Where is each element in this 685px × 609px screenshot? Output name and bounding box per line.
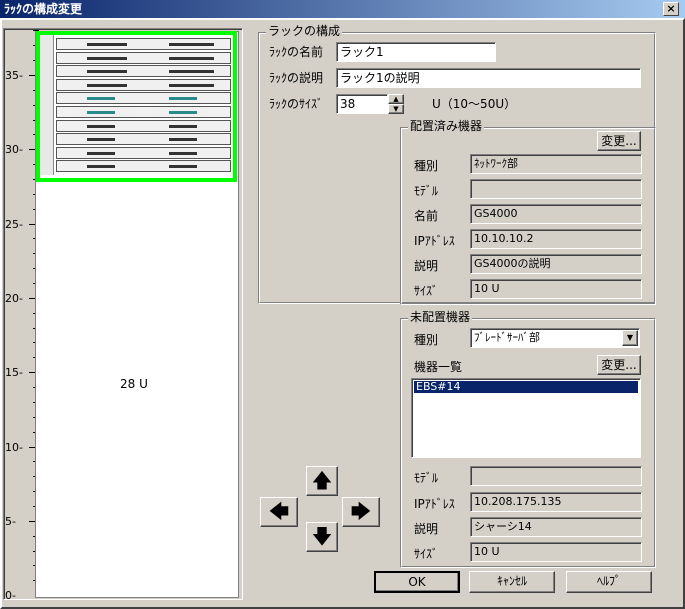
cancel-button[interactable]: ｷｬﾝｾﾙ (469, 571, 555, 593)
move-right-button[interactable]: 🡆 (342, 497, 380, 527)
port-indicator (87, 138, 115, 142)
arrow-up-icon: 🡅 (311, 468, 333, 492)
port-indicator (87, 43, 127, 46)
port-indicator (87, 70, 127, 74)
rack-name-input[interactable]: ラック1 (336, 42, 496, 62)
unplaced-model-label: ﾓﾃﾞﾙ (414, 471, 439, 485)
placed-size-label: ｻｲｽﾞ (414, 284, 439, 298)
unplaced-change-button[interactable]: 変更... (597, 355, 641, 375)
arrow-left-icon: 🡄 (268, 499, 290, 523)
window-title: ﾗｯｸの構成変更 (4, 2, 83, 16)
ruler-label: 15- (5, 366, 23, 380)
port-indicator (87, 56, 127, 60)
rack-device-unit[interactable] (56, 160, 231, 173)
placed-type-label: 種別 (414, 159, 439, 173)
chevron-down-icon[interactable]: ▼ (622, 330, 638, 346)
placed-size-value: 10 U (470, 279, 642, 299)
ruler-label: 0- (5, 589, 16, 603)
unplaced-type-select[interactable]: ﾌﾞﾚｰﾄﾞｻｰﾊﾞ部 (470, 328, 640, 348)
unplaced-devices-title: 未配置機器 (408, 310, 473, 324)
free-units-label: 28 U (120, 377, 148, 391)
spin-down-icon[interactable]: ▼ (388, 104, 404, 114)
unplaced-type-label: 種別 (414, 333, 439, 347)
window-title-bar: ﾗｯｸの構成変更 × (0, 0, 685, 18)
ruler-label: 5- (5, 514, 16, 528)
port-indicator (87, 124, 115, 128)
close-icon[interactable]: × (663, 2, 679, 16)
placed-ip-value: 10.10.10.2 (470, 229, 642, 249)
ruler-label: 35- (5, 69, 23, 82)
port-indicator (169, 111, 197, 114)
unplaced-desc-value: シャーシ14 (470, 517, 642, 537)
unplaced-size-label: ｻｲｽﾞ (414, 547, 439, 561)
rack-device-unit[interactable] (56, 106, 231, 118)
port-indicator (87, 111, 115, 114)
placed-ip-label: IPｱﾄﾞﾚｽ (414, 234, 455, 248)
port-indicator (169, 70, 214, 74)
ruler-label: 20- (5, 291, 23, 305)
unplaced-list-label: 機器一覧 (414, 360, 463, 374)
port-indicator (169, 97, 197, 101)
port-indicator (87, 97, 115, 101)
placed-change-button[interactable]: 変更... (597, 131, 641, 151)
rack-device-unit[interactable] (56, 119, 231, 132)
move-down-button[interactable]: 🡇 (306, 522, 338, 552)
device-list[interactable]: EBS#14 (411, 378, 641, 458)
rack-desc-input[interactable]: ラック1の説明 (336, 68, 641, 88)
rack-name-label: ﾗｯｸの名前 (269, 45, 324, 59)
placed-model-value (470, 179, 642, 199)
arrow-down-icon: 🡇 (311, 524, 333, 548)
port-indicator (169, 124, 197, 128)
unplaced-ip-label: IPｱﾄﾞﾚｽ (414, 497, 455, 511)
placed-desc-value: GS4000の説明 (470, 254, 642, 274)
help-button[interactable]: ﾍﾙﾌﾟ (566, 571, 652, 593)
port-indicator (87, 151, 115, 155)
rack-desc-label: ﾗｯｸの説明 (269, 71, 324, 85)
unplaced-ip-value: 10.208.175.135 (470, 492, 642, 512)
spin-up-icon[interactable]: ▲ (388, 94, 404, 104)
rack-device-unit[interactable] (56, 65, 231, 78)
rack-device-unit[interactable] (56, 51, 231, 64)
ok-button[interactable]: OK (374, 571, 460, 593)
ruler-label: 10- (5, 440, 23, 454)
placed-desc-label: 説明 (414, 259, 439, 273)
port-indicator (169, 138, 197, 142)
port-indicator (87, 165, 115, 169)
port-indicator (169, 151, 197, 155)
port-indicator (169, 83, 214, 87)
rack-device-unit[interactable] (56, 146, 231, 159)
unplaced-desc-label: 説明 (414, 522, 439, 536)
unplaced-model-value (470, 466, 642, 486)
port-indicator (169, 56, 214, 60)
rack-device-unit[interactable] (56, 92, 231, 105)
placed-type-value: ﾈｯﾄﾜｰｸ部 (470, 154, 642, 174)
rack-size-input[interactable]: 38 (336, 94, 388, 114)
ruler-label: 25- (5, 217, 23, 231)
placed-devices-title: 配置済み機器 (408, 119, 485, 133)
ruler-label: 30- (5, 143, 23, 157)
rack-config-title: ラックの構成 (266, 24, 343, 38)
rack-device-unit[interactable] (56, 133, 231, 146)
rack-device-unit[interactable] (56, 78, 231, 91)
rack-rail (40, 35, 54, 175)
placed-name-label: 名前 (414, 209, 439, 223)
port-indicator (87, 83, 127, 87)
unplaced-size-value: 10 U (470, 542, 642, 562)
list-item[interactable]: EBS#14 (414, 381, 638, 393)
placed-model-label: ﾓﾃﾞﾙ (414, 184, 439, 198)
rack-ruler: 35- 30- 25- 20- 15- 10- 5- 0- (3, 29, 39, 601)
rack-size-label: ﾗｯｸのｻｲｽﾞ (269, 97, 324, 111)
rack-size-range: U（10～50U） (432, 97, 517, 111)
placed-name-value: GS4000 (470, 204, 642, 224)
arrow-right-icon: 🡆 (350, 499, 372, 523)
port-indicator (169, 43, 214, 46)
move-left-button[interactable]: 🡄 (260, 497, 298, 527)
move-up-button[interactable]: 🡅 (306, 466, 338, 496)
port-indicator (169, 165, 197, 169)
rack-device-unit[interactable] (56, 38, 231, 50)
